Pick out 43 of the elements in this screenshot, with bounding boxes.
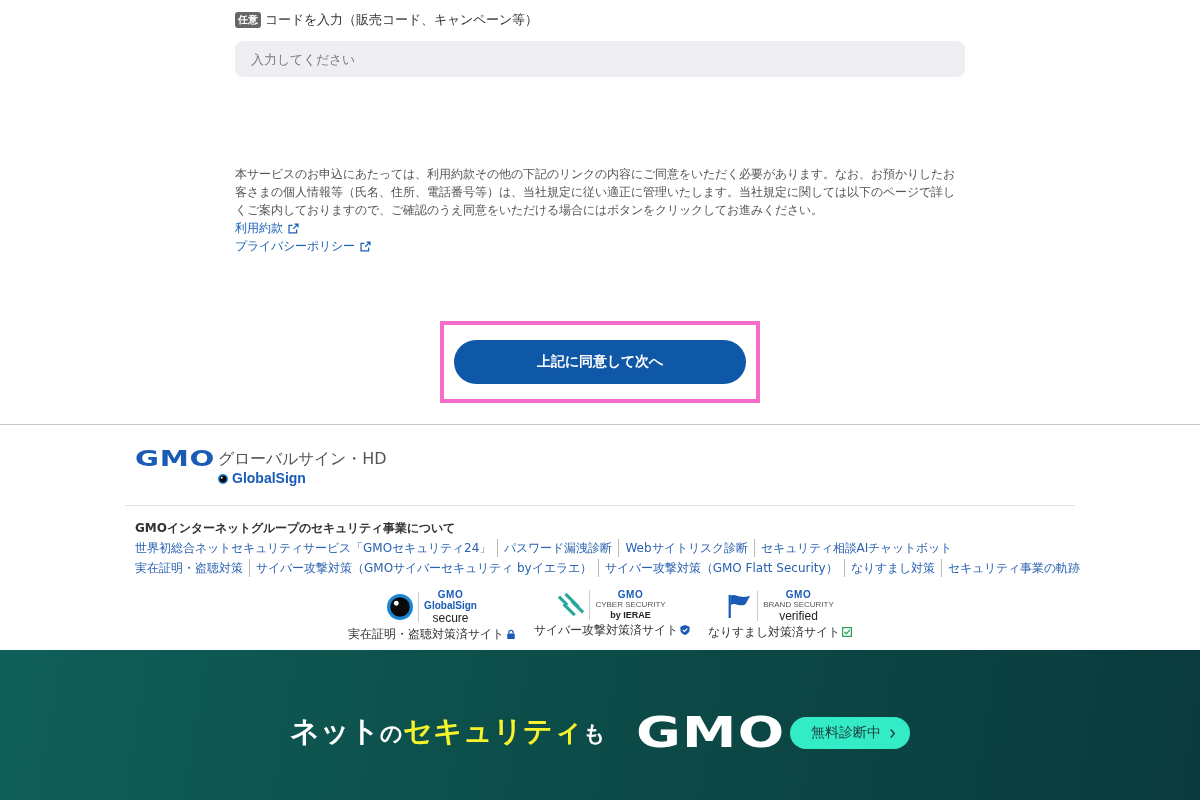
- footer-link[interactable]: パスワード漏洩診断: [497, 539, 619, 557]
- company-name: グローバルサイン・HD: [218, 448, 387, 470]
- consent-text: 本サービスのお申込にあたっては、利用約款その他の下記のリンクの内容にご同意をいただく必要があります。なお、お預かりしたお客さまの個人情報等（氏名、住所、電話番号等）は、当社規定に従い適正に管理いたします。当社規定に関しては以下のページで詳しくご案内しておりますので、ご確認のうえ同意をいただける場合にはボタンをクリックしてお進みください。: [235, 166, 956, 219]
- flag-icon: [726, 593, 753, 619]
- badge-brand: GMO: [437, 590, 464, 600]
- document-link[interactable]: プライバシーポリシー: [235, 237, 371, 255]
- badge-caption: なりすまし対策済サイト: [708, 625, 840, 639]
- footer-link[interactable]: セキュリティ相談AIチャットボット: [753, 539, 959, 557]
- banner-logo-text: GMO: [635, 711, 785, 755]
- brand-logo-text: GlobalSign: [232, 470, 306, 487]
- footer-link[interactable]: なりすまし対策: [843, 559, 941, 577]
- footer-link[interactable]: セキュリティ事業の軌跡: [940, 559, 1086, 577]
- field-label: コードを入力（販売コード、キャンペーン等）: [265, 12, 538, 28]
- section-heading: GMOインターネットグループのセキュリティ事業について: [135, 520, 456, 537]
- code-input-field[interactable]: 入力してください: [235, 41, 965, 77]
- lock-icon: [506, 629, 516, 639]
- diagonal-stripes-icon: [558, 592, 585, 618]
- eye-icon: [387, 594, 414, 620]
- footer-link[interactable]: サイバー攻撃対策（GMOサイバーセキュリティ byイエラエ）: [249, 559, 598, 577]
- badge-caption: 実在証明・盗聴対策済サイト: [348, 627, 504, 641]
- badge-subtitle: verified: [779, 610, 818, 622]
- footer-link[interactable]: サイバー攻撃対策（GMO Flatt Security）: [597, 559, 844, 577]
- banner-tagline: ネット のセキュリティ も: [289, 712, 606, 750]
- document-link[interactable]: 利用約款: [235, 219, 299, 237]
- badge-title: BRAND SECURITY: [763, 601, 834, 609]
- eye-icon: [218, 473, 228, 484]
- footer-link[interactable]: Webサイトリスク診断: [618, 539, 754, 557]
- badge-title: CYBER SECURITY: [595, 601, 666, 609]
- company-logo-mark: GMO: [135, 448, 215, 470]
- free-diagnosis-button[interactable]: 無料診断中: [790, 717, 911, 749]
- chevron-right-icon: [889, 727, 897, 739]
- shield-check-icon: [680, 625, 690, 635]
- badge-brand: GMO: [785, 590, 812, 600]
- agree-next-button[interactable]: 上記に同意して次へ: [454, 340, 746, 384]
- badge-brand: GMO: [617, 590, 644, 600]
- footer-link[interactable]: 実在証明・盗聴対策: [135, 559, 249, 577]
- optional-tag: 任意: [235, 12, 261, 28]
- badge-subtitle: secure: [432, 612, 469, 624]
- checkbox-icon: [842, 627, 852, 637]
- badge-title: GlobalSign: [424, 601, 477, 611]
- footer-link[interactable]: 世界初総合ネットセキュリティサービス「GMOセキュリティ24」: [135, 539, 498, 557]
- badge-caption: サイバー攻撃対策済サイト: [534, 623, 678, 637]
- badge-subtitle: by IERAE: [610, 611, 651, 620]
